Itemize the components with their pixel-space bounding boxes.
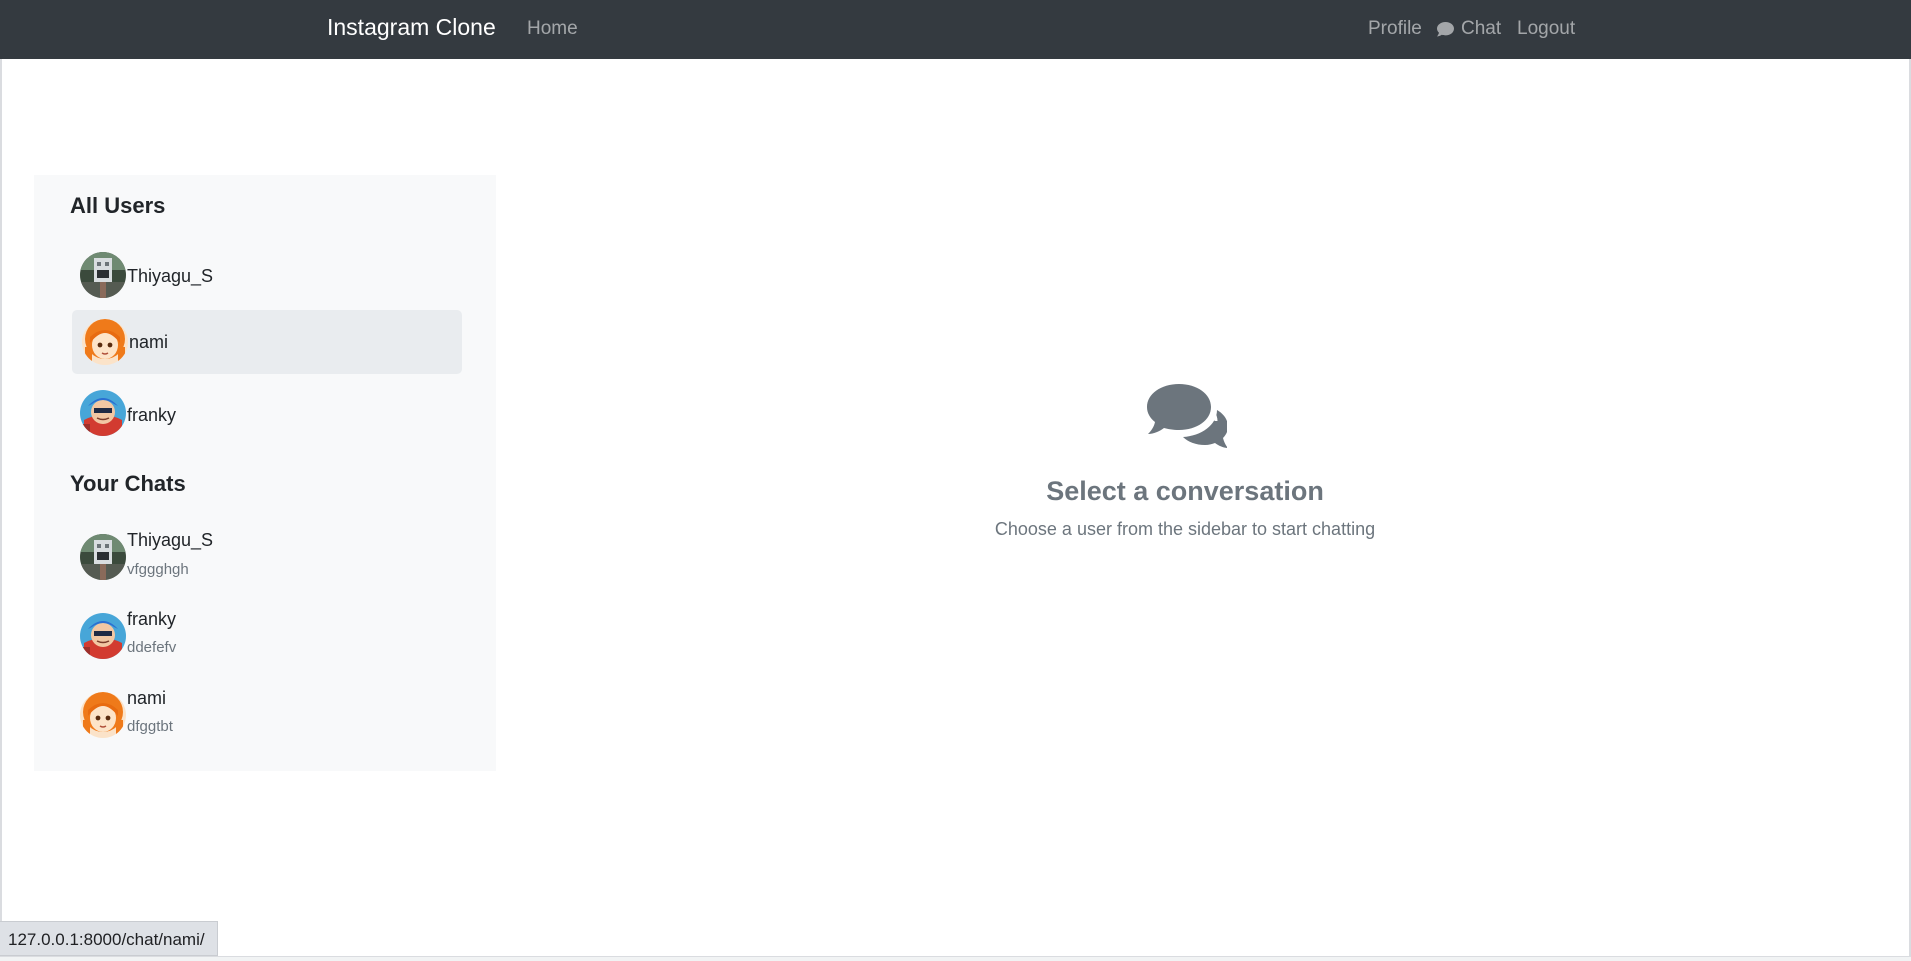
user-name: Thiyagu_S: [127, 266, 214, 286]
nav-chat-link[interactable]: Chat: [1436, 18, 1501, 40]
status-url-bar: 127.0.0.1:8000/chat/nami/: [0, 921, 218, 956]
avatar: [80, 390, 126, 436]
chat-item-thiyagu[interactable]: Thiyagu_S vfggghgh: [72, 525, 462, 597]
building-photo-avatar: [80, 534, 126, 580]
empty-state-title: Select a conversation: [1046, 476, 1324, 506]
chat-name: franky: [127, 609, 177, 629]
your-chats-heading: Your Chats: [70, 471, 186, 496]
nav-logout-link[interactable]: Logout: [1517, 18, 1575, 40]
building-photo-avatar: [80, 252, 126, 298]
avatar: [80, 613, 126, 659]
chat-preview: ddefefv: [127, 639, 177, 656]
blue-hair-anime-avatar: [80, 613, 126, 659]
avatar: [80, 252, 126, 298]
user-item-thiyagu[interactable]: Thiyagu_S: [72, 245, 462, 309]
blue-hair-anime-avatar: [80, 390, 126, 436]
chat-bubble-icon: [1437, 21, 1454, 36]
top-navbar: Instagram Clone Home Profile Chat Logout: [0, 0, 1911, 59]
nav-chat-label: Chat: [1461, 18, 1502, 39]
empty-conversation-panel: Select a conversation Choose a user from…: [985, 382, 1385, 540]
user-name: franky: [127, 405, 177, 425]
orange-hair-anime-avatar: [82, 319, 128, 365]
brand-link[interactable]: Instagram Clone: [327, 14, 496, 41]
empty-state-subtitle: Choose a user from the sidebar to start …: [994, 519, 1376, 539]
avatar: [80, 534, 126, 580]
orange-hair-anime-avatar: [80, 692, 126, 738]
window-frame-left: [0, 0, 2, 961]
avatar: [80, 692, 126, 738]
window-bottom-border: [0, 956, 1911, 961]
user-item-nami[interactable]: nami: [72, 310, 462, 374]
chat-sidebar: All Users Thiyagu_S nami franky Your Cha…: [34, 175, 496, 771]
all-users-heading: All Users: [70, 193, 166, 218]
chat-preview: dfggtbt: [127, 718, 173, 735]
chat-preview: vfggghgh: [127, 561, 189, 578]
user-name: nami: [129, 332, 169, 352]
user-item-franky[interactable]: franky: [72, 385, 462, 449]
chat-name: nami: [127, 688, 167, 708]
avatar: [82, 319, 128, 365]
nav-profile-link[interactable]: Profile: [1368, 18, 1422, 40]
chat-item-nami[interactable]: nami dfggtbt: [72, 683, 462, 755]
comments-icon: [1147, 384, 1227, 448]
nav-home-link[interactable]: Home: [527, 18, 578, 40]
chat-item-franky[interactable]: franky ddefefv: [72, 604, 462, 676]
chat-name: Thiyagu_S: [127, 530, 214, 550]
